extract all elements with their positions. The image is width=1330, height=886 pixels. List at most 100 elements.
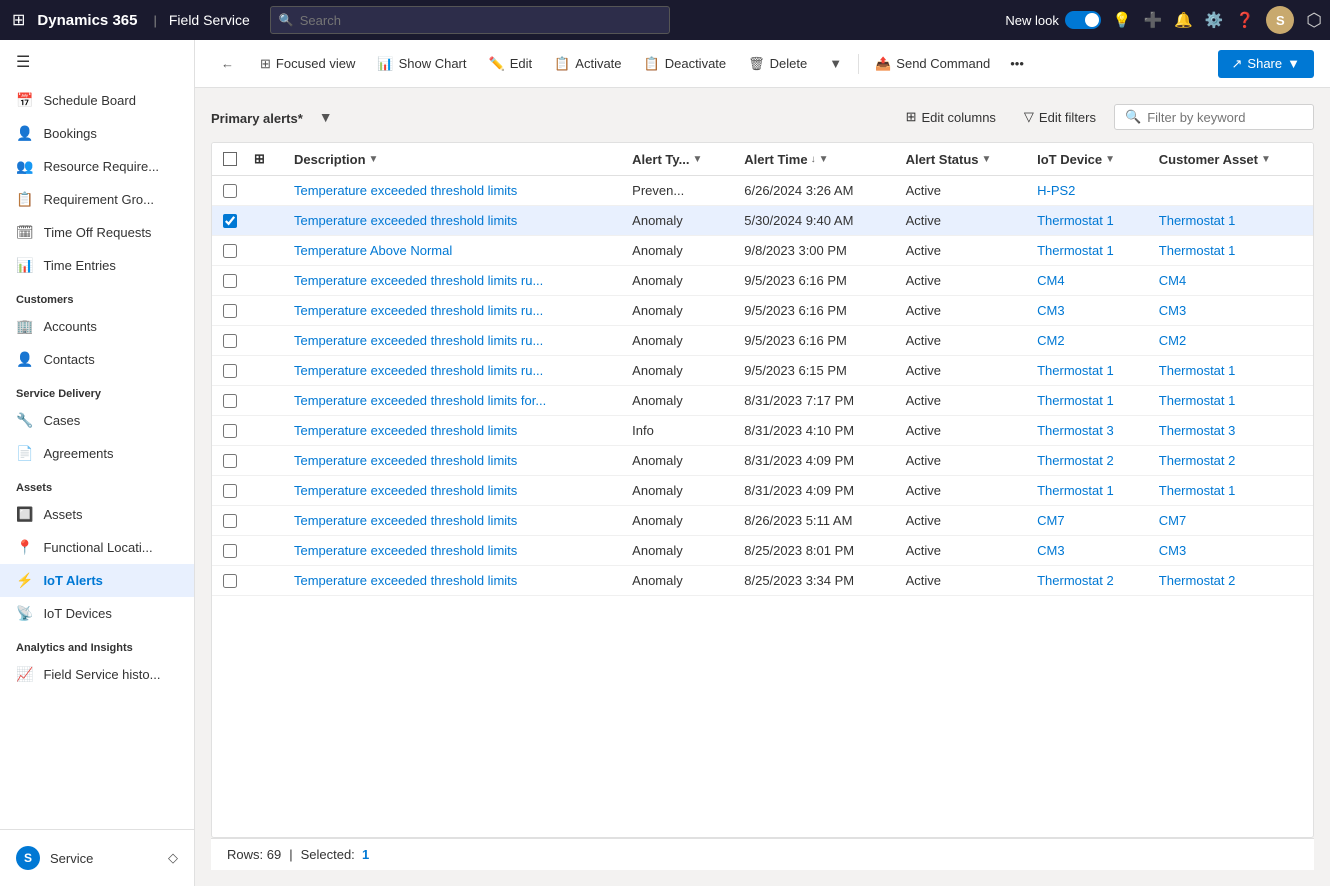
new-look-toggle[interactable] bbox=[1065, 11, 1101, 29]
customer-asset-link[interactable]: Thermostat 1 bbox=[1159, 363, 1236, 378]
row-checkbox[interactable] bbox=[223, 514, 237, 528]
description-link[interactable]: Temperature exceeded threshold limits bbox=[294, 423, 517, 438]
row-checkbox[interactable] bbox=[223, 364, 237, 378]
header-alert-status[interactable]: Alert Status ▼ bbox=[896, 143, 1028, 176]
sidebar-item-requirement-gro[interactable]: 📋 Requirement Gro... bbox=[0, 183, 194, 216]
description-link[interactable]: Temperature exceeded threshold limits bbox=[294, 453, 517, 468]
iot-device-link[interactable]: CM7 bbox=[1037, 513, 1064, 528]
sidebar-item-iot-alerts[interactable]: ⚡ IoT Alerts bbox=[0, 564, 194, 597]
customer-asset-link[interactable]: CM2 bbox=[1159, 333, 1186, 348]
edit-filters-button[interactable]: ▽ Edit filters bbox=[1014, 104, 1106, 130]
description-link[interactable]: Temperature Above Normal bbox=[294, 243, 452, 258]
settings-icon[interactable]: ⚙️ bbox=[1205, 11, 1224, 29]
iot-device-link[interactable]: Thermostat 2 bbox=[1037, 573, 1114, 588]
iot-device-link[interactable]: CM4 bbox=[1037, 273, 1064, 288]
add-icon[interactable]: ➕ bbox=[1144, 11, 1163, 29]
header-alert-time[interactable]: Alert Time ↓ ▼ bbox=[734, 143, 895, 176]
hierarchy-icon[interactable]: ⊞ bbox=[254, 151, 265, 166]
select-all-checkbox[interactable] bbox=[223, 152, 237, 166]
iot-device-link[interactable]: Thermostat 1 bbox=[1037, 393, 1114, 408]
iot-device-link[interactable]: Thermostat 1 bbox=[1037, 363, 1114, 378]
description-link[interactable]: Temperature exceeded threshold limits bbox=[294, 213, 517, 228]
sidebar-item-contacts[interactable]: 👤 Contacts bbox=[0, 343, 194, 376]
header-iot-device[interactable]: IoT Device ▼ bbox=[1027, 143, 1149, 176]
row-checkbox[interactable] bbox=[223, 244, 237, 258]
customer-asset-link[interactable]: Thermostat 1 bbox=[1159, 213, 1236, 228]
edit-columns-button[interactable]: ⊞ Edit columns bbox=[896, 104, 1006, 130]
search-bar[interactable]: 🔍 bbox=[270, 6, 670, 34]
iot-device-link[interactable]: Thermostat 1 bbox=[1037, 213, 1114, 228]
focused-view-button[interactable]: ⊞ Focused view bbox=[250, 50, 365, 78]
sidebar-item-assets[interactable]: 🔲 Assets bbox=[0, 498, 194, 531]
activate-button[interactable]: 📋 Activate bbox=[544, 50, 631, 78]
expand-button[interactable]: ▼ bbox=[819, 50, 852, 77]
sidebar-item-field-service-history[interactable]: 📈 Field Service histo... bbox=[0, 658, 194, 691]
header-alert-type[interactable]: Alert Ty... ▼ bbox=[622, 143, 734, 176]
customer-asset-link[interactable]: Thermostat 2 bbox=[1159, 453, 1236, 468]
grid-title-dropdown-button[interactable]: ▼ bbox=[315, 107, 337, 127]
sidebar-item-time-entries[interactable]: 📊 Time Entries bbox=[0, 249, 194, 282]
customer-asset-link[interactable]: CM3 bbox=[1159, 543, 1186, 558]
customer-asset-link[interactable]: CM4 bbox=[1159, 273, 1186, 288]
header-customer-asset[interactable]: Customer Asset ▼ bbox=[1149, 143, 1313, 176]
description-link[interactable]: Temperature exceeded threshold limits bbox=[294, 543, 517, 558]
send-command-button[interactable]: 📤 Send Command bbox=[865, 50, 1000, 78]
description-link[interactable]: Temperature exceeded threshold limits bbox=[294, 573, 517, 588]
iot-device-link[interactable]: CM3 bbox=[1037, 543, 1064, 558]
description-link[interactable]: Temperature exceeded threshold limits bbox=[294, 513, 517, 528]
edit-button[interactable]: ✏️ Edit bbox=[479, 50, 543, 78]
description-link[interactable]: Temperature exceeded threshold limits bbox=[294, 183, 517, 198]
search-input[interactable] bbox=[300, 13, 661, 28]
iot-device-link[interactable]: H-PS2 bbox=[1037, 183, 1075, 198]
iot-device-link[interactable]: CM3 bbox=[1037, 303, 1064, 318]
customer-asset-link[interactable]: Thermostat 1 bbox=[1159, 483, 1236, 498]
sidebar-item-bookings[interactable]: 👤 Bookings bbox=[0, 117, 194, 150]
user-avatar[interactable]: S bbox=[1266, 6, 1294, 34]
back-button[interactable]: ← bbox=[211, 50, 244, 77]
iot-device-link[interactable]: Thermostat 1 bbox=[1037, 243, 1114, 258]
iot-device-link[interactable]: Thermostat 3 bbox=[1037, 423, 1114, 438]
row-checkbox[interactable] bbox=[223, 184, 237, 198]
row-checkbox[interactable] bbox=[223, 424, 237, 438]
sidebar-item-time-off-requests[interactable]: 🗓 Time Off Requests bbox=[0, 216, 194, 249]
description-link[interactable]: Temperature exceeded threshold limits ru… bbox=[294, 303, 543, 318]
deactivate-button[interactable]: 📋 Deactivate bbox=[634, 50, 737, 78]
customer-asset-link[interactable]: Thermostat 1 bbox=[1159, 243, 1236, 258]
sidebar-item-cases[interactable]: 🔧 Cases bbox=[0, 404, 194, 437]
sidebar-item-schedule-board[interactable]: 📅 Schedule Board bbox=[0, 84, 194, 117]
row-checkbox[interactable] bbox=[223, 544, 237, 558]
sidebar-item-accounts[interactable]: 🏢 Accounts bbox=[0, 310, 194, 343]
description-link[interactable]: Temperature exceeded threshold limits bbox=[294, 483, 517, 498]
waffle-menu-icon[interactable]: ⊞ bbox=[8, 6, 29, 34]
iot-device-link[interactable]: Thermostat 2 bbox=[1037, 453, 1114, 468]
iot-device-link[interactable]: Thermostat 1 bbox=[1037, 483, 1114, 498]
header-description[interactable]: Description ▼ bbox=[284, 143, 622, 176]
customer-asset-link[interactable]: Thermostat 1 bbox=[1159, 393, 1236, 408]
description-link[interactable]: Temperature exceeded threshold limits ru… bbox=[294, 273, 543, 288]
notification-icon[interactable]: 🔔 bbox=[1174, 11, 1193, 29]
customer-asset-link[interactable]: CM7 bbox=[1159, 513, 1186, 528]
sidebar-pin-icon[interactable]: ◇ bbox=[168, 850, 178, 866]
sidebar-hamburger-icon[interactable]: ☰ bbox=[0, 40, 194, 84]
row-checkbox[interactable] bbox=[223, 574, 237, 588]
sidebar-item-agreements[interactable]: 📄 Agreements bbox=[0, 437, 194, 470]
filter-keyword-input[interactable] bbox=[1147, 110, 1323, 125]
customer-asset-link[interactable]: Thermostat 3 bbox=[1159, 423, 1236, 438]
microsoft-logo[interactable]: ⬡ bbox=[1306, 10, 1322, 31]
description-link[interactable]: Temperature exceeded threshold limits ru… bbox=[294, 333, 543, 348]
description-link[interactable]: Temperature exceeded threshold limits fo… bbox=[294, 393, 546, 408]
sidebar-bottom-service[interactable]: S Service ◇ bbox=[0, 838, 194, 878]
more-options-button[interactable]: ••• bbox=[1002, 50, 1032, 77]
sidebar-item-resource-require[interactable]: 👥 Resource Require... bbox=[0, 150, 194, 183]
customer-asset-link[interactable]: CM3 bbox=[1159, 303, 1186, 318]
delete-button[interactable]: 🗑 Delete bbox=[738, 50, 817, 78]
row-checkbox[interactable] bbox=[223, 214, 237, 228]
iot-device-link[interactable]: CM2 bbox=[1037, 333, 1064, 348]
row-checkbox[interactable] bbox=[223, 274, 237, 288]
customer-asset-link[interactable]: Thermostat 2 bbox=[1159, 573, 1236, 588]
help-icon[interactable]: ❓ bbox=[1236, 11, 1255, 29]
show-chart-button[interactable]: 📊 Show Chart bbox=[367, 50, 476, 78]
sidebar-item-functional-locations[interactable]: 📍 Functional Locati... bbox=[0, 531, 194, 564]
description-link[interactable]: Temperature exceeded threshold limits ru… bbox=[294, 363, 543, 378]
row-checkbox[interactable] bbox=[223, 454, 237, 468]
